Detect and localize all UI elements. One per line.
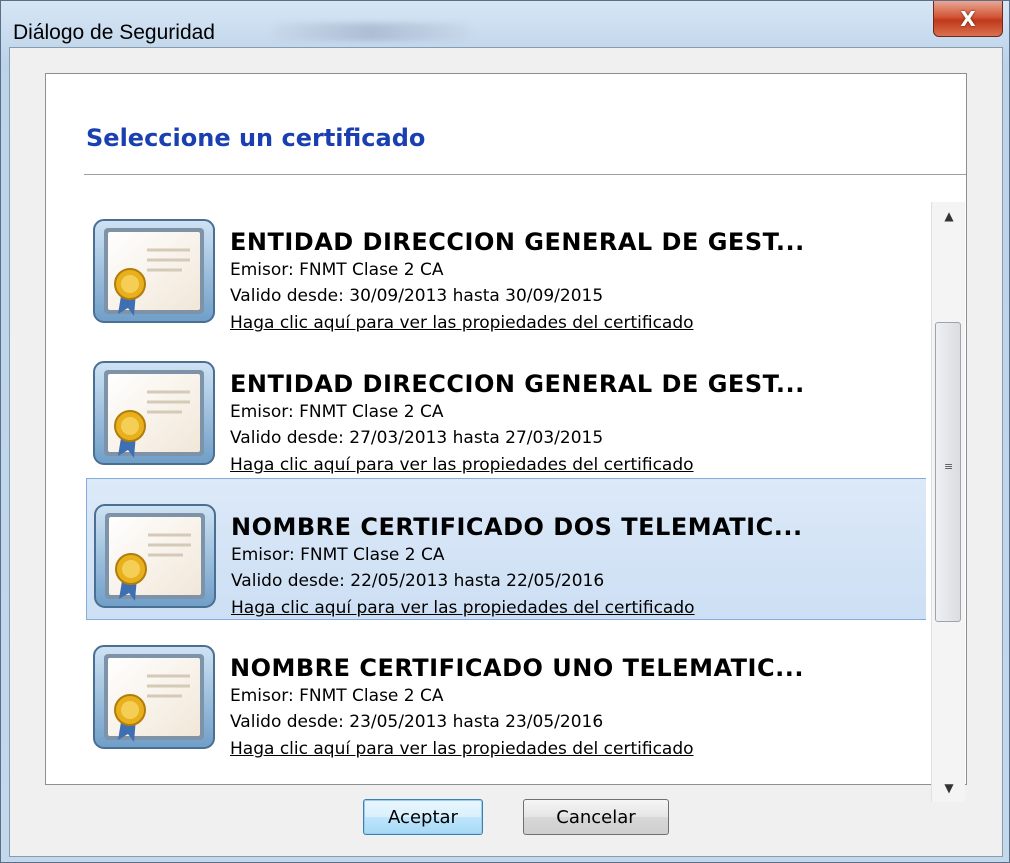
certificate-list[interactable]: ENTIDAD DIRECCION GENERAL DE GEST... Emi… — [86, 194, 926, 774]
certificate-icon — [93, 361, 215, 465]
certificate-properties-link[interactable]: Haga clic aquí para ver las propiedades … — [230, 455, 694, 475]
dialog-heading: Seleccione un certificado — [86, 124, 426, 152]
scroll-down-arrow-icon[interactable]: ▼ — [932, 776, 966, 800]
certificate-icon — [94, 504, 216, 608]
certificate-validity: Valido desde: 23/05/2013 hasta 23/05/201… — [230, 712, 604, 732]
heading-divider — [84, 174, 966, 175]
list-scrollbar[interactable]: ▲ ≡ ▼ — [931, 202, 965, 802]
certificate-title: NOMBRE CERTIFICADO UNO TELEMATIC... — [230, 654, 804, 682]
certificate-item[interactable]: NOMBRE CERTIFICADO UNO TELEMATIC... Emis… — [86, 620, 926, 762]
certificate-title: ENTIDAD DIRECCION GENERAL DE GEST... — [230, 228, 805, 256]
certificate-properties-link[interactable]: Haga clic aquí para ver las propiedades … — [230, 739, 694, 759]
certificate-issuer: Emisor: FNMT Clase 2 CA — [231, 545, 445, 565]
title-redacted-region — [271, 23, 471, 41]
certificate-icon — [93, 645, 215, 749]
certificate-validity: Valido desde: 30/09/2013 hasta 30/09/201… — [230, 286, 604, 306]
certificate-validity: Valido desde: 22/05/2013 hasta 22/05/201… — [231, 571, 605, 591]
certificate-panel: Seleccione un certificado ENTIDAD DIRECC… — [45, 73, 967, 802]
certificate-item[interactable]: ENTIDAD DIRECCION GENERAL DE GEST... Emi… — [86, 336, 926, 478]
certificate-validity: Valido desde: 27/03/2013 hasta 27/03/201… — [230, 428, 604, 448]
certificate-title: NOMBRE CERTIFICADO DOS TELEMATIC... — [231, 513, 803, 541]
certificate-title: ENTIDAD DIRECCION GENERAL DE GEST... — [230, 370, 805, 398]
certificate-icon — [93, 219, 215, 323]
certificate-issuer: Emisor: FNMT Clase 2 CA — [230, 402, 444, 422]
certificate-item-selected[interactable]: NOMBRE CERTIFICADO DOS TELEMATIC... Emis… — [86, 478, 926, 620]
dialog-client-area: Seleccione un certificado ENTIDAD DIRECC… — [9, 47, 1003, 857]
scroll-up-arrow-icon[interactable]: ▲ — [932, 204, 966, 228]
window-title: Diálogo de Seguridad — [13, 21, 215, 44]
security-dialog-window: Diálogo de Seguridad X Seleccione un cer… — [0, 0, 1010, 863]
close-button[interactable]: X — [933, 1, 1003, 37]
scroll-grip-icon: ≡ — [944, 460, 954, 473]
close-icon: X — [960, 6, 976, 31]
certificate-issuer: Emisor: FNMT Clase 2 CA — [230, 260, 444, 280]
accept-button[interactable]: Aceptar — [363, 799, 483, 835]
certificate-properties-link[interactable]: Haga clic aquí para ver las propiedades … — [230, 313, 694, 333]
certificate-item[interactable]: ENTIDAD DIRECCION GENERAL DE GEST... Emi… — [86, 194, 926, 336]
certificate-properties-link[interactable]: Haga clic aquí para ver las propiedades … — [231, 598, 695, 618]
cancel-button[interactable]: Cancelar — [523, 799, 669, 835]
certificate-issuer: Emisor: FNMT Clase 2 CA — [230, 686, 444, 706]
scroll-thumb[interactable]: ≡ — [935, 322, 961, 622]
